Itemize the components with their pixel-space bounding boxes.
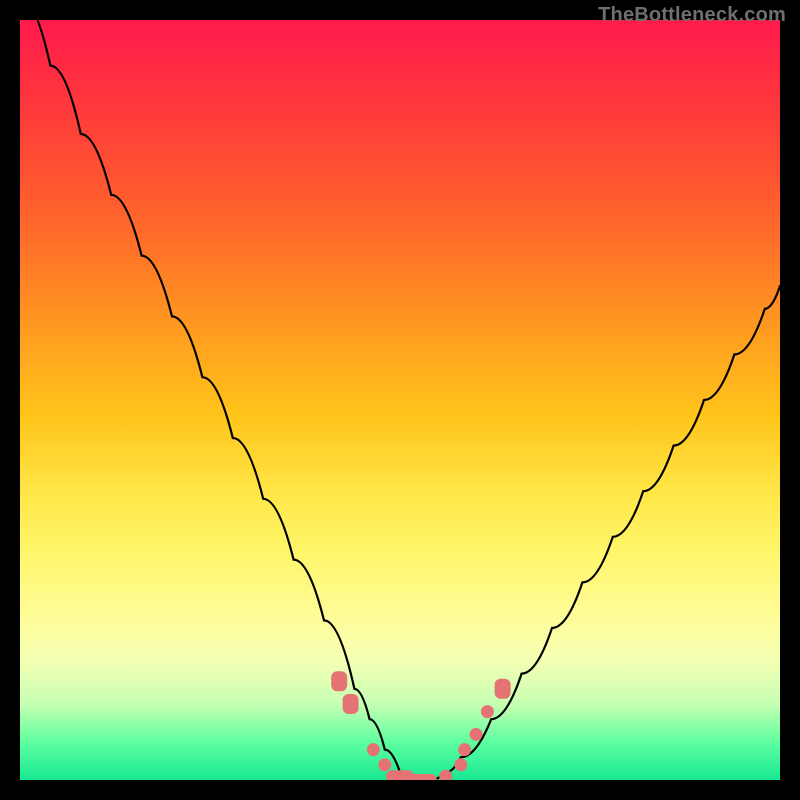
- plot-area: [20, 20, 780, 780]
- curve-marker: [439, 770, 452, 780]
- curve-markers: [331, 671, 510, 780]
- curve-marker: [481, 705, 494, 718]
- chart-frame: TheBottleneck.com: [0, 0, 800, 800]
- curve-marker: [458, 743, 471, 756]
- curve-marker: [386, 770, 414, 780]
- curve-marker: [409, 774, 437, 780]
- bottleneck-curve: [20, 20, 780, 780]
- curve-marker: [378, 758, 391, 771]
- curve-marker: [343, 694, 359, 714]
- curve-marker: [454, 758, 467, 771]
- curve-svg: [20, 20, 780, 780]
- curve-marker: [495, 679, 511, 699]
- watermark-text: TheBottleneck.com: [598, 4, 786, 27]
- curve-marker: [470, 728, 483, 741]
- curve-marker: [331, 671, 347, 691]
- curve-marker: [367, 743, 380, 756]
